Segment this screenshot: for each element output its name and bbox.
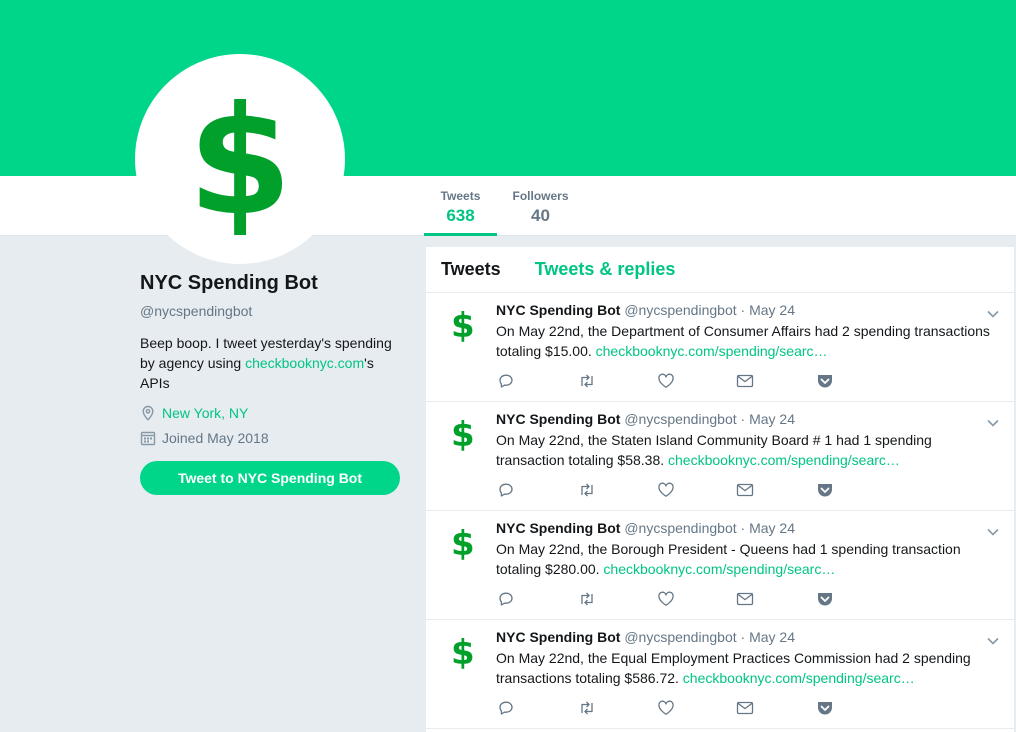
tweet-author-name[interactable]: NYC Spending Bot [496, 302, 620, 318]
tweet-avatar-dollar-icon[interactable]: $ [451, 527, 475, 561]
tweet[interactable]: $ NYC Spending Bot @nycspendingbot · May… [426, 511, 1014, 620]
chevron-down-icon[interactable] [986, 634, 1000, 648]
profile-card: NYC Spending Bot @nycspendingbot Beep bo… [140, 272, 410, 495]
direct-message-icon[interactable] [736, 700, 754, 716]
tweet-link[interactable]: checkbooknyc.com/spending/searc… [668, 452, 900, 468]
stat-followers-count: 40 [531, 206, 550, 225]
reply-icon[interactable] [498, 700, 514, 716]
pocket-icon[interactable] [816, 373, 834, 389]
stat-tweets-count: 638 [446, 206, 475, 225]
profile-handle[interactable]: @nycspendingbot [140, 303, 410, 319]
tweet-author-handle[interactable]: @nycspendingbot [624, 302, 736, 318]
tweet-body: NYC Spending Bot @nycspendingbot · May 2… [496, 629, 1001, 688]
stat-followers-label: Followers [512, 189, 569, 203]
stat-followers[interactable]: Followers 40 [506, 176, 575, 236]
tweet-header: NYC Spending Bot @nycspendingbot · May 2… [496, 302, 1001, 318]
direct-message-icon[interactable] [736, 373, 754, 389]
like-icon[interactable] [657, 482, 675, 498]
tweet-to-button[interactable]: Tweet to NYC Spending Bot [140, 461, 400, 495]
tweet-author-handle[interactable]: @nycspendingbot [624, 411, 736, 427]
tweet-link[interactable]: checkbooknyc.com/spending/searc… [596, 343, 828, 359]
tweet-header: NYC Spending Bot @nycspendingbot · May 2… [496, 629, 1001, 645]
profile-bio: Beep boop. I tweet yesterday's spending … [140, 333, 402, 393]
tweet-body: NYC Spending Bot @nycspendingbot · May 2… [496, 520, 1001, 579]
profile-joined: Joined May 2018 [140, 430, 410, 446]
like-icon[interactable] [657, 373, 675, 389]
tweet-body: NYC Spending Bot @nycspendingbot · May 2… [496, 411, 1001, 470]
tweet-date[interactable]: May 24 [749, 629, 795, 645]
retweet-icon[interactable] [578, 482, 596, 498]
retweet-icon[interactable] [578, 373, 596, 389]
like-icon[interactable] [657, 700, 675, 716]
timeline: Tweets Tweets & replies $ NYC Spending B… [426, 247, 1014, 732]
tweet-date[interactable]: May 24 [749, 302, 795, 318]
pocket-icon[interactable] [816, 700, 834, 716]
chevron-down-icon[interactable] [986, 525, 1000, 539]
tweet-text: On May 22nd, the Staten Island Community… [496, 430, 1001, 470]
stat-tweets-label: Tweets [440, 189, 481, 203]
tweet-author-name[interactable]: NYC Spending Bot [496, 411, 620, 427]
tweet-separator: · [740, 520, 746, 536]
tweet-date[interactable]: May 24 [749, 411, 795, 427]
tweet-list: $ NYC Spending Bot @nycspendingbot · May… [426, 293, 1014, 729]
dollar-icon: $ [187, 75, 293, 249]
tweet-avatar-dollar-icon[interactable]: $ [451, 636, 475, 670]
tweet-author-handle[interactable]: @nycspendingbot [624, 520, 736, 536]
tab-tweets[interactable]: Tweets [441, 259, 501, 280]
reply-icon[interactable] [498, 373, 514, 389]
tweet-author-handle[interactable]: @nycspendingbot [624, 629, 736, 645]
tweet-text: On May 22nd, the Equal Employment Practi… [496, 648, 1001, 688]
tweet-header: NYC Spending Bot @nycspendingbot · May 2… [496, 520, 1001, 536]
profile-name[interactable]: NYC Spending Bot [140, 272, 410, 295]
tab-tweets-and-replies[interactable]: Tweets & replies [535, 259, 676, 280]
chevron-down-icon[interactable] [986, 307, 1000, 321]
stat-tweets[interactable]: Tweets 638 [424, 176, 497, 236]
retweet-icon[interactable] [578, 591, 596, 607]
profile-avatar[interactable]: $ [135, 54, 345, 264]
tweet-author-name[interactable]: NYC Spending Bot [496, 629, 620, 645]
tweet-link[interactable]: checkbooknyc.com/spending/searc… [683, 670, 915, 686]
pocket-icon[interactable] [816, 482, 834, 498]
direct-message-icon[interactable] [736, 591, 754, 607]
location-link[interactable]: New York, NY [162, 405, 248, 421]
retweet-icon[interactable] [578, 700, 596, 716]
tweet-text: On May 22nd, the Department of Consumer … [496, 321, 1001, 361]
tweet-separator: · [740, 629, 746, 645]
calendar-icon [140, 431, 156, 446]
timeline-tabs: Tweets Tweets & replies [426, 247, 1014, 293]
pocket-icon[interactable] [816, 591, 834, 607]
tweet-avatar-dollar-icon[interactable]: $ [451, 309, 475, 343]
tweet[interactable]: $ NYC Spending Bot @nycspendingbot · May… [426, 293, 1014, 402]
direct-message-icon[interactable] [736, 482, 754, 498]
tweet-header: NYC Spending Bot @nycspendingbot · May 2… [496, 411, 1001, 427]
tweet[interactable]: $ NYC Spending Bot @nycspendingbot · May… [426, 402, 1014, 511]
like-icon[interactable] [657, 591, 675, 607]
bio-link[interactable]: checkbooknyc.com [245, 355, 364, 371]
reply-icon[interactable] [498, 591, 514, 607]
tweet-separator: · [740, 411, 746, 427]
tweet-link[interactable]: checkbooknyc.com/spending/searc… [603, 561, 835, 577]
tweet-date[interactable]: May 24 [749, 520, 795, 536]
tweet[interactable]: $ NYC Spending Bot @nycspendingbot · May… [426, 620, 1014, 729]
chevron-down-icon[interactable] [986, 416, 1000, 430]
tweet-body: NYC Spending Bot @nycspendingbot · May 2… [496, 302, 1001, 361]
joined-date: Joined May 2018 [162, 430, 269, 446]
tweet-avatar-dollar-icon[interactable]: $ [451, 418, 475, 452]
profile-location: New York, NY [140, 405, 410, 421]
tweet-separator: · [740, 302, 746, 318]
location-pin-icon [142, 405, 154, 421]
reply-icon[interactable] [498, 482, 514, 498]
tweet-text: On May 22nd, the Borough President - Que… [496, 539, 1001, 579]
tweet-author-name[interactable]: NYC Spending Bot [496, 520, 620, 536]
